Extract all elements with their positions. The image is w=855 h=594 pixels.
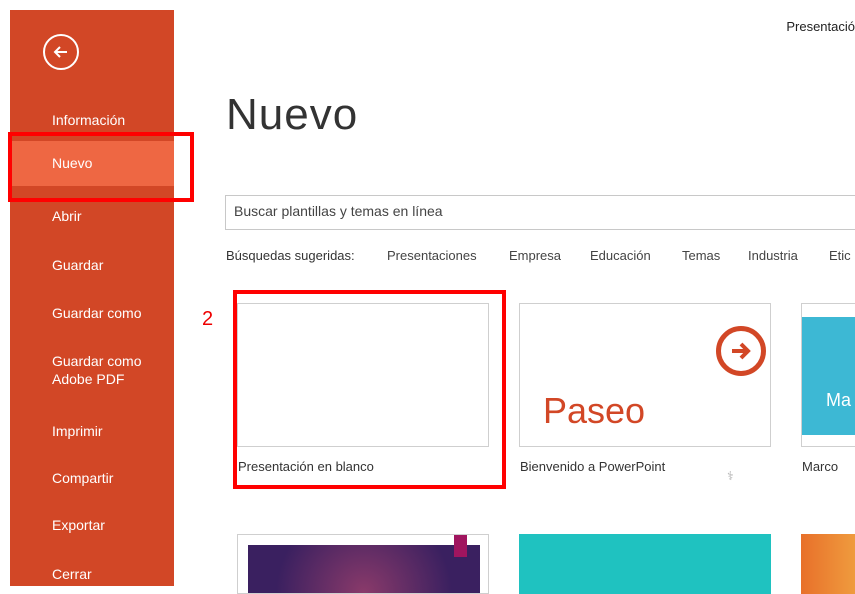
purple-theme-preview (248, 545, 480, 593)
template-row2-2-thumbnail[interactable] (519, 534, 771, 594)
back-arrow-icon (53, 46, 67, 58)
highlight-blank-template-box (233, 290, 506, 489)
suggested-link-temas[interactable]: Temas (682, 248, 720, 263)
nav-item-guardar-adobe-pdf[interactable]: Guardar como Adobe PDF (10, 352, 174, 388)
suggested-link-empresa[interactable]: Empresa (509, 248, 561, 263)
marco-color-block (802, 317, 855, 435)
teal-theme-preview (519, 534, 771, 594)
template-marco-thumbnail[interactable]: Ma (801, 303, 855, 447)
suggested-link-educacion[interactable]: Educación (590, 248, 651, 263)
nav-item-informacion[interactable]: Información (10, 111, 174, 129)
nav-item-exportar[interactable]: Exportar (10, 516, 174, 534)
suggested-searches-label: Búsquedas sugeridas: (226, 248, 355, 263)
nav-item-guardar-como[interactable]: Guardar como (10, 304, 174, 322)
suggested-link-presentaciones[interactable]: Presentaciones (387, 248, 477, 263)
bookmark-icon (454, 535, 467, 557)
template-marco-label: Marco (802, 459, 839, 474)
orange-theme-preview (801, 534, 855, 594)
suggested-link-etica[interactable]: Etic (829, 248, 851, 263)
marco-title-text: Ma (826, 390, 852, 410)
template-paseo-thumbnail[interactable]: Paseo (519, 303, 771, 447)
arrow-right-circle-icon (716, 326, 766, 376)
template-search-input[interactable]: Buscar plantillas y temas en línea (225, 195, 855, 230)
document-title: Presentació (786, 19, 855, 34)
paseo-title-text: Paseo (543, 390, 646, 431)
nav-item-imprimir[interactable]: Imprimir (10, 422, 174, 440)
pin-icon[interactable]: ⚕ (727, 469, 734, 483)
template-row2-1-thumbnail[interactable] (237, 534, 489, 594)
nav-item-compartir[interactable]: Compartir (10, 469, 174, 487)
back-button[interactable] (43, 34, 79, 70)
highlight-nuevo-box (8, 132, 194, 202)
backstage-sidebar: Información Nuevo Abrir Guardar Guardar … (10, 10, 174, 586)
nav-item-abrir[interactable]: Abrir (10, 207, 174, 225)
template-paseo-label: Bienvenido a PowerPoint (520, 459, 666, 474)
nav-item-cerrar[interactable]: Cerrar (10, 565, 174, 583)
template-row2-3-thumbnail[interactable] (801, 534, 855, 594)
annotation-number: 2 (202, 308, 214, 330)
page-title: Nuevo (226, 90, 359, 139)
nav-item-guardar[interactable]: Guardar (10, 256, 174, 274)
suggested-link-industria[interactable]: Industria (748, 248, 798, 263)
